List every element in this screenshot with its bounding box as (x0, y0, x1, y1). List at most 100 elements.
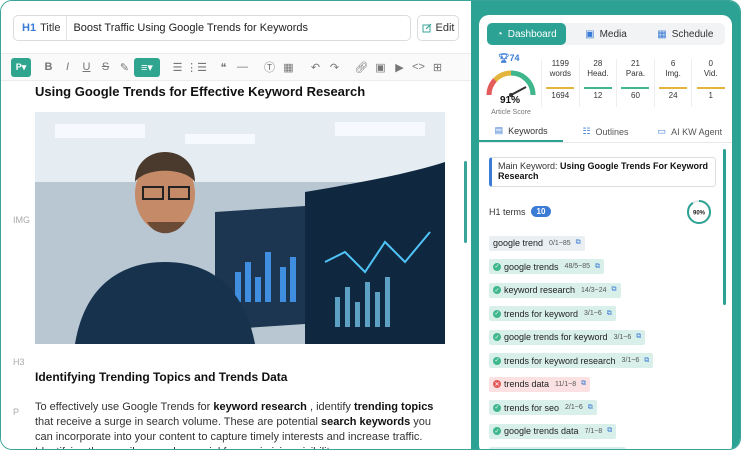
h1-title-value[interactable]: Boost Traffic Using Google Trends for Ke… (67, 22, 308, 34)
clear-format-button[interactable]: Ⓣ (260, 58, 279, 77)
tab-dashboard[interactable]: ◔ Dashboard (487, 23, 567, 45)
h1-tag-label: H1 (22, 22, 37, 34)
tab-schedule[interactable]: ▦ Schedule (646, 23, 725, 45)
app-frame: H1 Title Boost Traffic Using Google Tren… (0, 0, 741, 450)
highlight-button[interactable]: ✎ (115, 58, 134, 77)
horizontal-rule-button[interactable]: — (233, 58, 252, 77)
h1-title-field[interactable]: H1 Title Boost Traffic Using Google Tren… (13, 15, 411, 41)
panel-sub-tabs: ▤ Keywords ☷ Outlines ▭ AI KW Agent (479, 121, 732, 143)
more-button[interactable]: ⊞ (428, 58, 447, 77)
tab-media[interactable]: ▣ Media (566, 23, 645, 45)
editor-pane: H1 Title Boost Traffic Using Google Tren… (1, 1, 471, 449)
tab-outlines[interactable]: ☷ Outlines (563, 121, 647, 142)
h1-tag: H1 Title (14, 16, 68, 40)
underline-button[interactable]: U (77, 58, 96, 77)
edit-button[interactable]: Edit (417, 15, 459, 41)
image-button[interactable]: ▣ (371, 58, 390, 77)
check-icon: ✓ (493, 309, 501, 318)
link-button[interactable]: 🔗︎ (352, 58, 371, 77)
code-icon: <> (412, 61, 425, 73)
stat-videos: 0 Vid. 1 (691, 59, 729, 107)
keyword-term-text: google trend (493, 238, 544, 248)
copy-icon[interactable]: ⧉ (607, 427, 612, 435)
copy-icon[interactable]: ⧉ (644, 357, 649, 365)
numbered-list-button[interactable]: ⋮☰ (186, 58, 207, 77)
stat-headings-top: 28 Head. (587, 59, 609, 78)
redo-button[interactable]: ↷ (325, 58, 344, 77)
paragraph[interactable]: To effectively use Google Trends for key… (35, 400, 447, 449)
check-icon: ✓ (493, 286, 501, 294)
stat-headings: 28 Head. 12 (578, 59, 617, 107)
keyword-term-chip[interactable]: ✓ trends for keyword research 3/1~6 ⧉ (489, 353, 654, 368)
check-icon: ✓ (493, 403, 501, 412)
document-body[interactable]: Using Google Trends for Effective Keywor… (35, 83, 447, 449)
bold-button[interactable]: B (39, 58, 58, 77)
stat-videos-bottom: 1 (708, 91, 713, 100)
stat-bar (583, 87, 612, 89)
pen-icon: ✎ (119, 61, 130, 74)
code-button[interactable]: <> (409, 58, 428, 77)
italic-button[interactable]: I (58, 58, 77, 77)
article-score-label: Article Score (491, 109, 531, 116)
keyword-term-chip[interactable]: google trend 0/1~85 ⧉ (489, 235, 585, 251)
hero-image[interactable] (35, 112, 445, 344)
document-title[interactable]: Using Google Trends for Effective Keywor… (35, 83, 447, 105)
copy-icon[interactable]: ⧉ (607, 310, 612, 318)
stat-paragraphs: 21 Para. 60 (616, 59, 654, 107)
paragraph-style-button[interactable]: P ▾ (11, 57, 31, 77)
editor-scrollbar[interactable] (464, 161, 467, 243)
stat-paragraphs-bottom: 60 (631, 91, 640, 100)
stat-images-bottom: 24 (668, 91, 678, 100)
undo-button[interactable]: ↶ (306, 58, 325, 77)
keyword-term-count: 2/1~6 (565, 404, 583, 411)
keyword-term-chip[interactable]: ✓ google trends 48/5~85 ⧉ (489, 259, 605, 274)
keyword-term-count: 3/1~6 (621, 357, 640, 364)
keyword-term-chip[interactable]: ✓ keyword research 14/3~24 ⧉ (489, 282, 621, 298)
strikethrough-button[interactable]: S (96, 58, 115, 77)
keyword-term-chip[interactable]: ✓ google trends for keyword 3/1~6 ⧉ (489, 329, 646, 345)
check-icon: ✓ (493, 427, 501, 435)
copy-icon[interactable]: ⧉ (595, 263, 600, 271)
h1-terms-progress-ring: 90% (687, 200, 711, 224)
italic-label: I (65, 61, 70, 73)
bullet-list-button[interactable]: ☰ (168, 58, 187, 77)
keyword-term-text: google trends for keyword (504, 332, 608, 342)
table-button[interactable]: ▦ (279, 58, 298, 77)
main-keyword-box[interactable]: Main Keyword: Using Google Trends For Ke… (489, 157, 716, 187)
h3-block-label: H3 (13, 357, 25, 367)
copy-icon[interactable]: ⧉ (576, 239, 581, 247)
keyword-term-count: 0/1~85 (549, 239, 571, 247)
keyword-term-chip[interactable]: ✕ trends data 11/1~8 ⧉ (489, 376, 591, 392)
copy-icon[interactable]: ⧉ (581, 380, 586, 388)
stat-images-top: 6 Img. (665, 59, 681, 78)
para-bold-3: search keywords (320, 416, 411, 428)
video-button[interactable]: ▶ (390, 58, 409, 77)
copy-icon[interactable]: ⧉ (588, 404, 593, 412)
seo-panel-card: ◔ Dashboard ▣ Media ▦ Schedule 🏆︎74 91% … (479, 15, 732, 449)
stat-paragraphs-top: 21 Para. (625, 59, 646, 78)
keyword-term-count: 3/1~6 (613, 333, 632, 341)
keyword-term-chip[interactable]: ✓ trends for keyword 3/1~6 ⧉ (489, 306, 616, 321)
paragraph-style-label: P (15, 62, 22, 72)
calendar-icon: ▦ (657, 28, 667, 40)
keyword-term-count: 3/1~6 (584, 310, 602, 317)
keyword-term-count: 48/5~85 (564, 263, 591, 270)
stat-videos-top: 0 Vid. (703, 59, 718, 78)
align-button[interactable]: ≡▾ (134, 57, 160, 77)
section-heading-h3[interactable]: Identifying Trending Topics and Trends D… (35, 370, 447, 386)
panel-scrollbar[interactable] (723, 149, 726, 305)
keyword-term-chip[interactable]: ✓ google trends data 7/1~8 ⧉ (489, 423, 617, 439)
copy-icon[interactable]: ⧉ (612, 286, 617, 294)
tab-dashboard-label: Dashboard (507, 28, 557, 40)
stat-words-top: 1199 words (549, 59, 571, 78)
para-bold-1: keyword research (213, 401, 307, 413)
tab-keywords[interactable]: ▤ Keywords (479, 121, 564, 142)
tab-keywords-label: Keywords (508, 125, 548, 136)
tab-ai-kw-agent[interactable]: ▭ AI KW Agent (648, 121, 732, 142)
copy-icon[interactable]: ⧉ (636, 333, 641, 341)
keyword-term-chip[interactable]: ✓ trends for seo 2/1~6 ⧉ (489, 400, 597, 415)
align-left-icon: ≡▾ (141, 61, 153, 74)
quote-button[interactable]: ❝ (214, 58, 233, 77)
dashboard-icon: ◔ (496, 28, 503, 40)
stat-words: 1199 words 1694 (541, 59, 579, 107)
